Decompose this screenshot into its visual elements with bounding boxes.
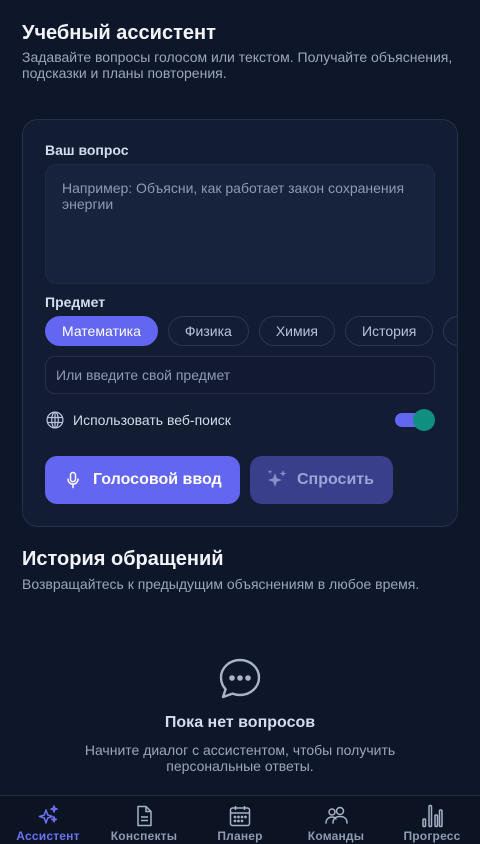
nav-item-teams[interactable]: Команды: [288, 796, 384, 844]
voice-input-button[interactable]: Голосовой ввод: [45, 456, 240, 504]
document-icon: [137, 805, 152, 827]
history-subtitle: Возвращайтесь к предыдущим объяснениям в…: [22, 576, 420, 592]
nav-item-progress[interactable]: Прогресс: [384, 796, 480, 844]
toggle-knob: [413, 409, 435, 431]
empty-state-text: Начните диалог с ассистентом, чтобы полу…: [84, 742, 396, 774]
subject-label: Предмет: [45, 294, 106, 310]
custom-subject-input[interactable]: Или введите свой предмет: [45, 356, 435, 394]
history-title: История обращений: [22, 548, 224, 570]
chip-overflow[interactable]: .: [443, 316, 457, 346]
question-card: Ваш вопрос Например: Объясни, как работа…: [22, 119, 458, 527]
chip-history[interactable]: История: [345, 316, 434, 346]
sparkles-icon: [38, 805, 58, 824]
page-title: Учебный ассистент: [22, 22, 216, 44]
chip-physics[interactable]: Физика: [167, 316, 249, 346]
nav-label-teams: Команды: [307, 829, 365, 843]
subject-chips: Математика Физика Химия История.: [45, 316, 457, 346]
empty-state-title: Пока нет вопросов: [164, 714, 316, 731]
web-search-toggle[interactable]: [395, 409, 435, 431]
chat-bubble-icon: [219, 658, 261, 699]
ask-label: Спросить: [297, 471, 374, 488]
question-label: Ваш вопрос: [45, 142, 129, 158]
chip-mathematics[interactable]: Математика: [45, 316, 158, 346]
nav-item-notes[interactable]: Конспекты: [96, 796, 192, 844]
nav-label-planner: Планер: [217, 829, 263, 843]
voice-input-label: Голосовой ввод: [93, 471, 222, 488]
ask-button[interactable]: Спросить: [250, 456, 393, 504]
page-header: Учебный ассистент Задавайте вопросы голо…: [22, 20, 462, 81]
chip-chemistry[interactable]: Химия: [258, 316, 336, 346]
bar-chart-icon: [422, 804, 443, 828]
web-search-row: Использовать веб-поиск: [45, 409, 435, 431]
question-input[interactable]: Например: Объясни, как работает закон со…: [45, 164, 435, 284]
sparkles-icon: [267, 469, 287, 487]
web-search-label: Использовать веб-поиск: [73, 412, 231, 428]
nav-item-planner[interactable]: Планер: [192, 796, 288, 844]
nav-label-notes: Конспекты: [110, 829, 178, 843]
bottom-nav: Ассистент Конспекты Планер Команды Прогр…: [0, 795, 480, 844]
nav-label-assistant: Ассистент: [16, 829, 80, 843]
users-icon: [325, 806, 348, 824]
microphone-icon: [67, 471, 79, 489]
page-subtitle: Задавайте вопросы голосом или текстом. П…: [22, 49, 453, 81]
nav-label-progress: Прогресс: [403, 829, 461, 843]
globe-icon: [46, 411, 64, 429]
calendar-icon: [229, 806, 251, 827]
nav-item-assistant[interactable]: Ассистент: [0, 796, 96, 844]
